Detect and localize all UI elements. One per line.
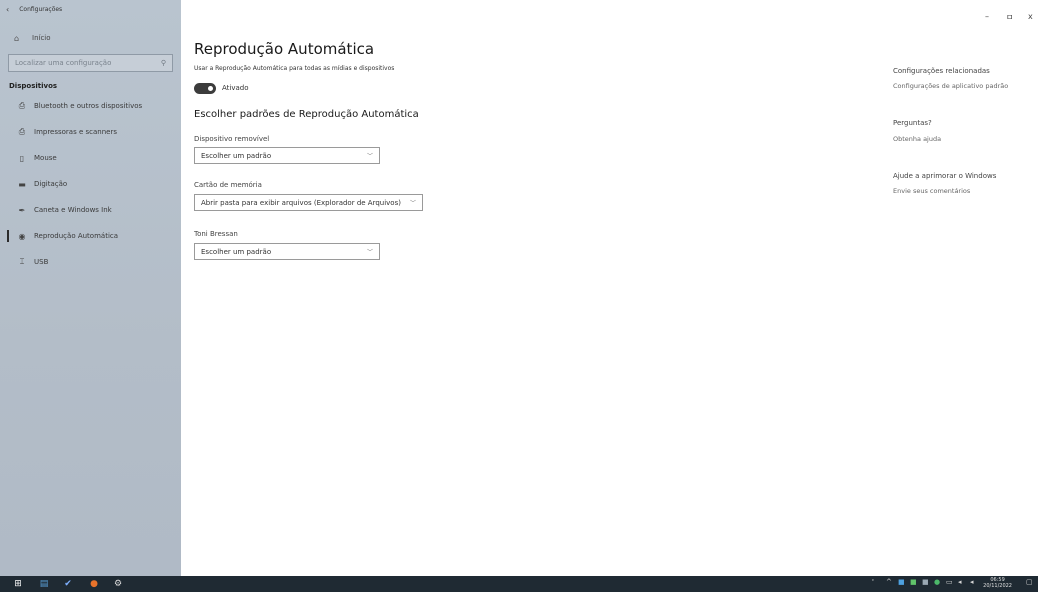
sidebar-item-typing[interactable]: ▬ Digitação bbox=[0, 171, 181, 197]
select-value: Abrir pasta para exibir arquivos (Explor… bbox=[201, 198, 401, 207]
tray-app-icon[interactable]: ■ bbox=[922, 578, 929, 586]
page-title: Reprodução Automática bbox=[194, 40, 375, 58]
autoplay-icon: ◉ bbox=[18, 231, 26, 241]
autoplay-toggle[interactable] bbox=[194, 83, 216, 94]
keyboard-icon: ▬ bbox=[18, 179, 26, 189]
search-icon: ⚲ bbox=[160, 59, 166, 67]
sidebar-item-label: USB bbox=[34, 258, 49, 266]
sidebar-item-label: Caneta e Windows Ink bbox=[34, 206, 112, 214]
help-link[interactable]: Obtenha ajuda bbox=[893, 135, 941, 143]
usb-icon: ⌶ bbox=[19, 257, 25, 266]
defaults-heading: Escolher padrões de Reprodução Automátic… bbox=[194, 109, 419, 120]
notifications-icon[interactable]: ▢ bbox=[1026, 578, 1033, 586]
memory-card-select[interactable]: Abrir pasta para exibir arquivos (Explor… bbox=[194, 194, 423, 211]
clock-date: 20/11/2022 bbox=[983, 583, 1012, 589]
feedback-link[interactable]: Envie seus comentários bbox=[893, 187, 970, 195]
clock[interactable]: 06:59 20/11/2022 bbox=[983, 577, 1012, 589]
removable-drive-label: Dispositivo removível bbox=[194, 135, 270, 143]
chevron-down-icon: ﹀ bbox=[366, 153, 373, 160]
printer-icon: ⎙ bbox=[18, 127, 26, 136]
close-button[interactable]: x bbox=[1028, 12, 1033, 21]
questions-title: Perguntas? bbox=[893, 119, 932, 127]
settings-sidebar: ‹ Configurações ⌂ Início Localizar uma c… bbox=[0, 0, 181, 576]
improve-title: Ajude a aprimorar o Windows bbox=[893, 172, 997, 180]
taskbar: ⊞ ▤ ✔ ● ⚙ ﾟ ^ ■ ■ ■ ● ▭ ◂ ◂ 06:59 20/11/… bbox=[0, 576, 1038, 592]
person-icon[interactable]: ﾟ bbox=[872, 578, 876, 588]
sidebar-item-bluetooth[interactable]: ⎙ Bluetooth e outros dispositivos bbox=[0, 93, 181, 119]
tray-app-icon[interactable]: ■ bbox=[910, 578, 917, 586]
tray-app-icon[interactable]: ■ bbox=[898, 578, 905, 586]
back-arrow-icon[interactable]: ‹ bbox=[6, 5, 9, 14]
file-explorer-icon[interactable]: ▤ bbox=[38, 578, 50, 590]
search-placeholder: Localizar uma configuração bbox=[15, 59, 112, 67]
tray-app-icon[interactable]: ● bbox=[934, 578, 940, 586]
speaker-icon[interactable]: ◂ bbox=[970, 578, 974, 586]
nav-home-label: Início bbox=[32, 34, 51, 42]
chevron-up-icon[interactable]: ^ bbox=[886, 578, 892, 586]
sidebar-item-printers[interactable]: ⎙ Impressoras e scanners bbox=[0, 119, 181, 145]
checkmark-app-icon[interactable]: ✔ bbox=[62, 578, 74, 590]
sidebar-item-label: Digitação bbox=[34, 180, 68, 188]
toggle-state-label: Ativado bbox=[222, 84, 249, 92]
nav-home[interactable]: ⌂ Início bbox=[0, 27, 181, 49]
sidebar-item-autoplay[interactable]: ◉ Reprodução Automática bbox=[0, 223, 181, 249]
device-select[interactable]: Escolher um padrão ﹀ bbox=[194, 243, 380, 260]
pen-icon: ✒ bbox=[18, 205, 26, 215]
chevron-down-icon: ﹀ bbox=[366, 249, 373, 256]
removable-drive-select[interactable]: Escolher um padrão ﹀ bbox=[194, 147, 380, 164]
volume-icon[interactable]: ◂ bbox=[958, 578, 962, 586]
home-icon: ⌂ bbox=[14, 33, 20, 43]
device-label: Toni Bressan bbox=[194, 230, 238, 238]
search-input[interactable]: Localizar uma configuração ⚲ bbox=[8, 54, 173, 72]
select-value: Escolher um padrão bbox=[201, 151, 272, 160]
sidebar-item-label: Mouse bbox=[34, 154, 57, 162]
browser-icon[interactable]: ● bbox=[88, 578, 100, 590]
mouse-icon: ▯ bbox=[19, 153, 25, 163]
related-title: Configurações relacionadas bbox=[893, 67, 990, 75]
memory-card-label: Cartão de memória bbox=[194, 181, 262, 189]
settings-gear-icon[interactable]: ⚙ bbox=[112, 578, 124, 590]
sidebar-item-label: Reprodução Automática bbox=[34, 232, 119, 240]
select-value: Escolher um padrão bbox=[201, 247, 272, 256]
sidebar-item-mouse[interactable]: ▯ Mouse bbox=[0, 145, 181, 171]
sidebar-item-label: Bluetooth e outros dispositivos bbox=[34, 102, 143, 110]
bluetooth-devices-icon: ⎙ bbox=[18, 101, 26, 110]
toggle-description: Usar a Reprodução Automática para todas … bbox=[194, 65, 395, 72]
title-bar: ‹ Configurações bbox=[0, 0, 181, 18]
network-icon[interactable]: ▭ bbox=[946, 578, 953, 586]
window-title: Configurações bbox=[19, 5, 63, 13]
section-heading: Dispositivos bbox=[9, 82, 58, 90]
related-link[interactable]: Configurações de aplicativo padrão bbox=[893, 82, 1008, 90]
sidebar-item-usb[interactable]: ⌶ USB bbox=[0, 249, 181, 275]
start-icon[interactable]: ⊞ bbox=[12, 578, 24, 590]
sidebar-item-label: Impressoras e scanners bbox=[34, 128, 117, 136]
sidebar-item-pen[interactable]: ✒ Caneta e Windows Ink bbox=[0, 197, 181, 223]
restore-button[interactable]: ㅁ bbox=[1006, 12, 1013, 23]
chevron-down-icon: ﹀ bbox=[409, 200, 416, 207]
minimize-button[interactable]: – bbox=[985, 12, 989, 21]
